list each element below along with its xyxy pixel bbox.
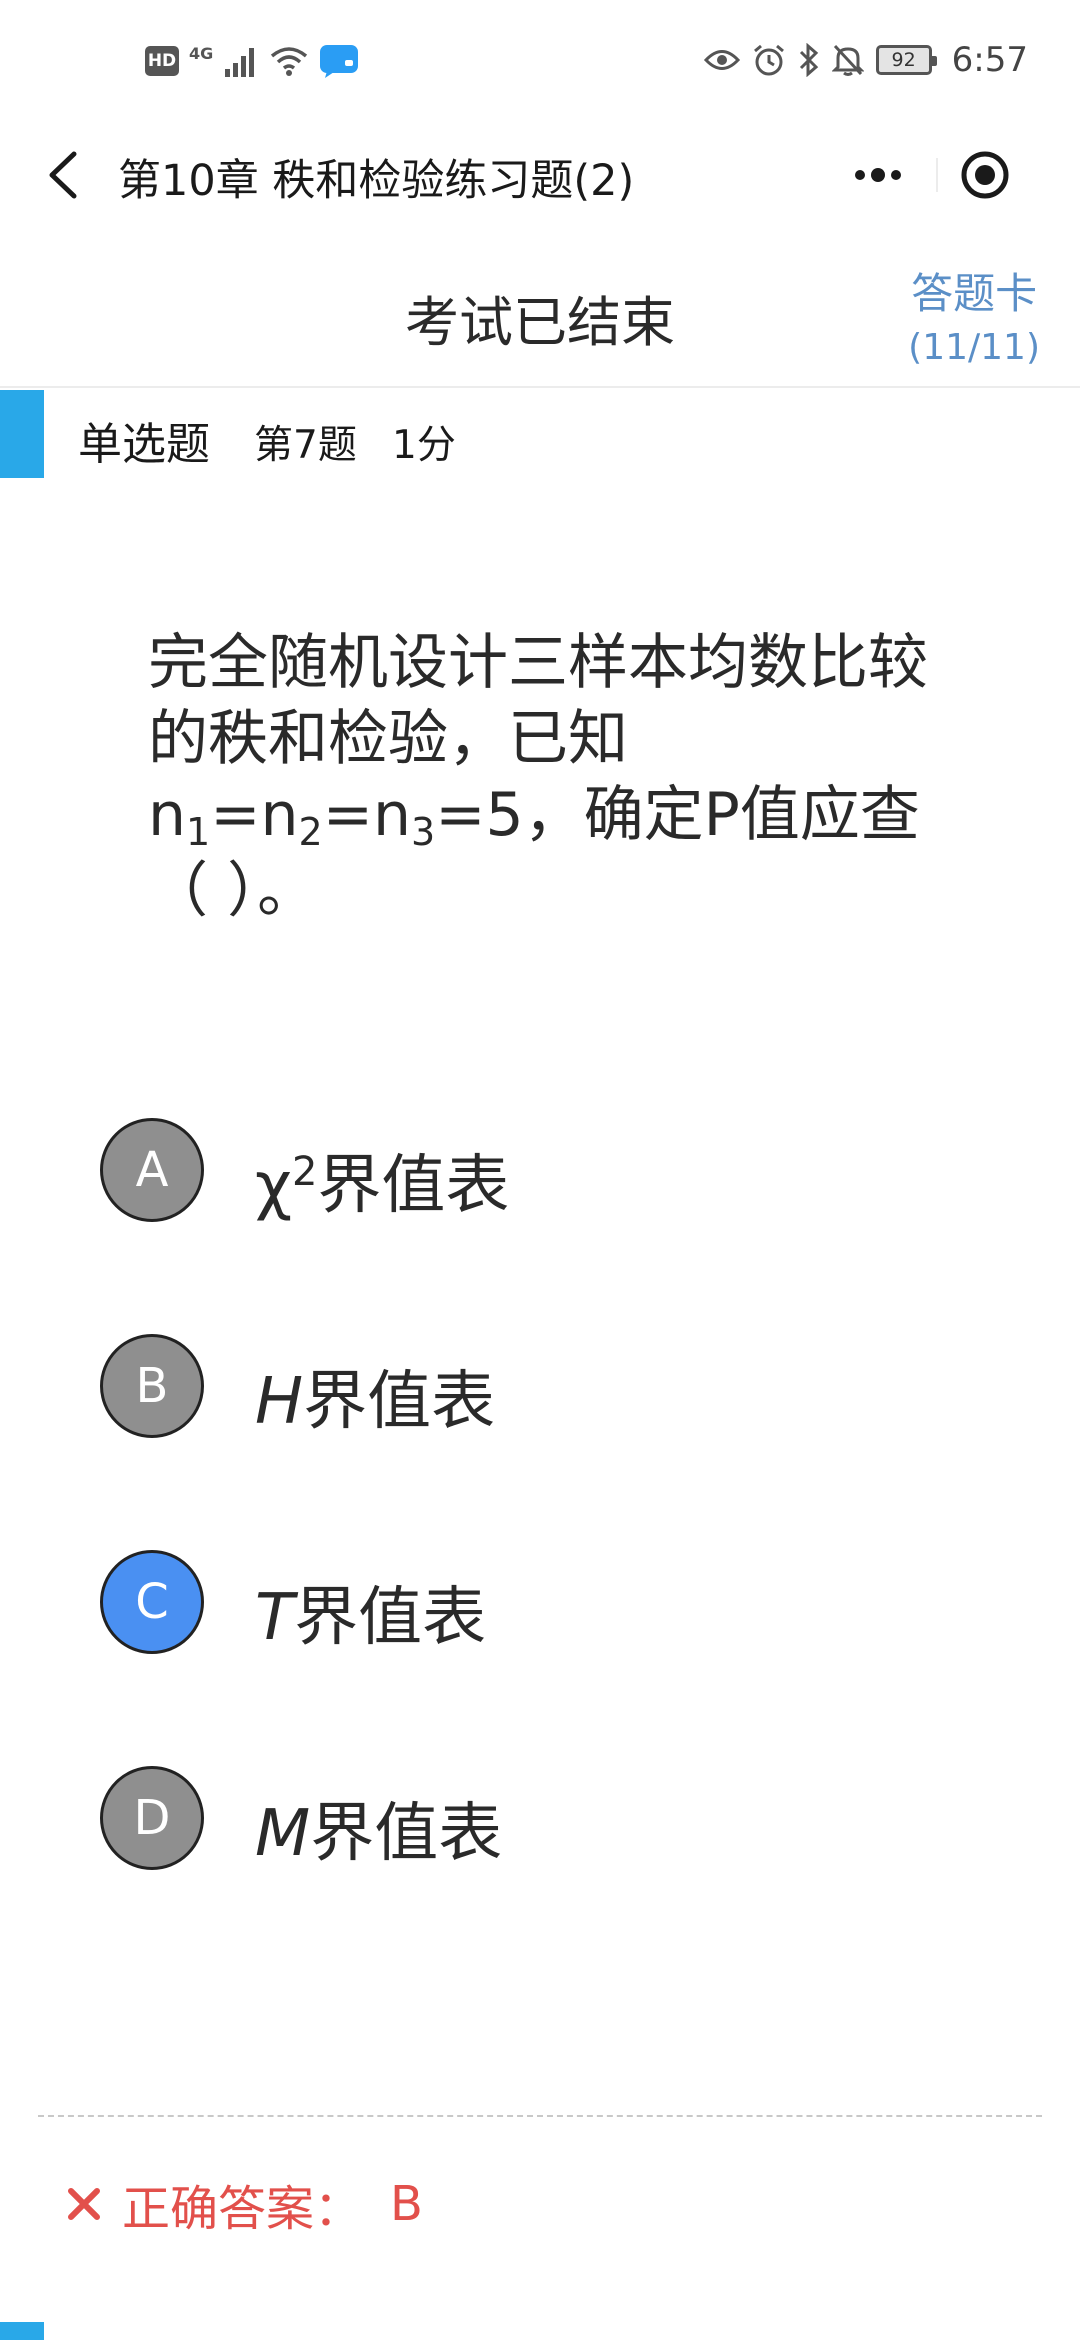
option-d-circle: D [100, 1766, 204, 1870]
status-right: 92 6:57 [703, 40, 1028, 80]
back-icon [49, 151, 77, 199]
option-a[interactable]: A χ2界值表 [100, 1114, 980, 1224]
hd-badge: HD [145, 46, 179, 76]
page-title: 第10章 秩和检验练习题(2) [118, 156, 635, 206]
option-d[interactable]: D M界值表 [100, 1762, 980, 1872]
n1: n1 [148, 780, 211, 854]
correct-answer-row: 正确答案： B [64, 2174, 423, 2237]
option-b-circle: B [100, 1334, 204, 1438]
back-button[interactable] [40, 148, 90, 202]
question-type-row: 单选题 第7题 1分 [0, 390, 1080, 478]
chat-app-icon [320, 45, 359, 78]
accent-bar [0, 390, 44, 478]
answer-card-button[interactable]: 答题卡 (11/11) [908, 260, 1040, 368]
status-bar: HD 4G 92 6:57 [0, 0, 1080, 130]
n2: n2 [260, 780, 323, 854]
option-a-text: χ2界值表 [255, 1149, 510, 1223]
option-c-circle: C [100, 1550, 204, 1654]
question-text-part1: 完全随机设计三样本均数比较的秩和检验，已知 [148, 628, 928, 774]
network-type: 4G [189, 44, 214, 63]
option-c[interactable]: C T界值表 [100, 1546, 980, 1656]
option-b-text: H界值表 [255, 1365, 496, 1439]
x-icon [68, 2188, 100, 2220]
answer-card-title: 答题卡 [911, 269, 1038, 318]
wifi-icon [271, 47, 308, 76]
close-target-icon [961, 151, 1009, 199]
nav-bar: 第10章 秩和检验练习题(2) [0, 130, 1080, 220]
bluetooth-icon [799, 43, 818, 77]
question-score: 1分 [392, 423, 456, 468]
capsule-divider [936, 158, 938, 192]
correct-answer-label: 正确答案： [122, 2181, 363, 2237]
option-c-text: T界值表 [255, 1581, 487, 1655]
more-button[interactable] [848, 153, 908, 197]
n3: n3 [373, 780, 436, 854]
bottom-accent-bar [0, 2322, 44, 2340]
question-text: 完全随机设计三样本均数比较的秩和检验，已知 n1=n2=n3=5，确定P值应查（ … [148, 628, 928, 926]
exam-header: 考试已结束 答题卡 (11/11) [0, 240, 1080, 388]
more-icon [855, 168, 901, 182]
battery-icon: 92 [875, 45, 937, 75]
close-button[interactable] [960, 150, 1010, 200]
result-divider [38, 2115, 1042, 2117]
correct-answer-value: B [390, 2176, 423, 2232]
mute-icon [831, 44, 864, 76]
question-number: 第7题 [254, 423, 357, 468]
mini-program-capsule [820, 140, 1052, 210]
option-d-text: M界值表 [255, 1797, 503, 1871]
status-left: HD 4G [145, 44, 359, 78]
option-a-circle: A [100, 1118, 204, 1222]
eye-icon [703, 50, 740, 70]
clock: 6:57 [951, 40, 1028, 80]
option-b[interactable]: B H界值表 [100, 1330, 980, 1440]
question-type: 单选题 [78, 419, 210, 470]
answer-card-count: (11/11) [908, 327, 1040, 368]
alarm-icon [753, 44, 784, 76]
signal-icon [225, 48, 255, 77]
